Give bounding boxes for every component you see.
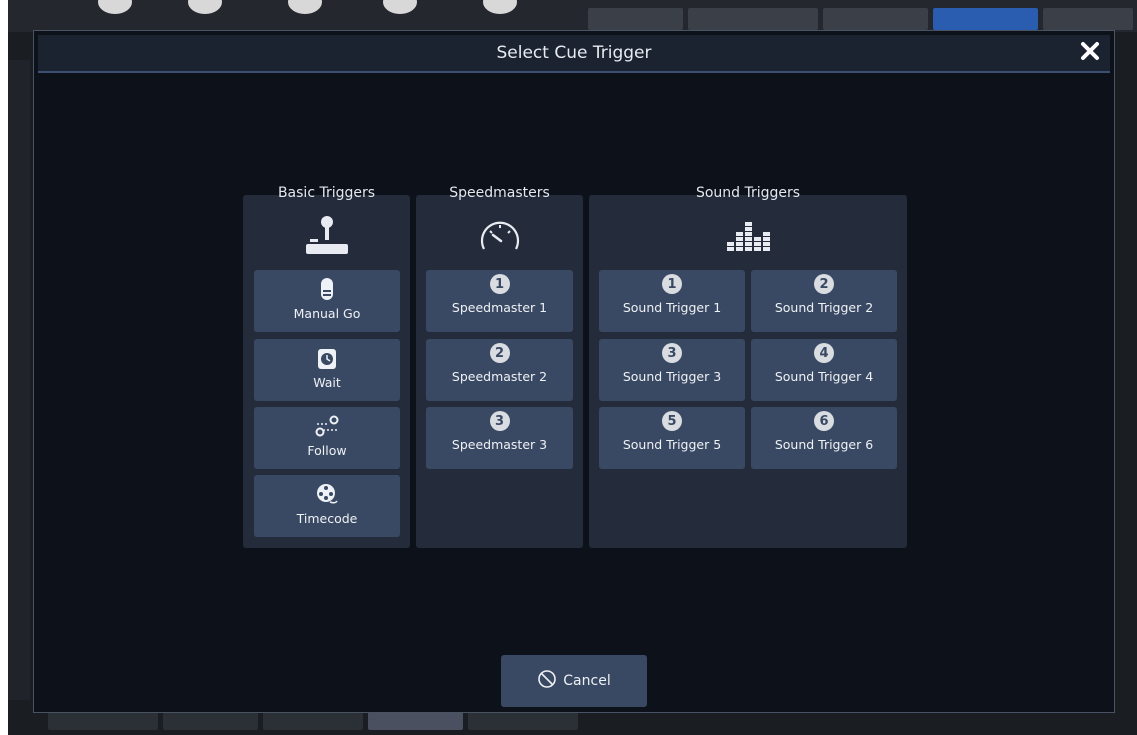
background-knob [383,0,417,14]
background-button [588,8,683,30]
background-tab [263,712,363,730]
joystick-icon [243,215,410,255]
background-knob [483,0,517,14]
sound-trigger-1-label: Sound Trigger 1 [622,300,722,315]
speedmasters-title: Speedmasters [449,185,550,201]
number-badge: 2 [489,343,510,363]
close-icon [1080,41,1100,65]
background-knob [288,0,322,14]
clock-icon [316,345,338,373]
background-sidebar [8,60,30,700]
sound-trigger-2-label: Sound Trigger 2 [774,300,874,315]
sound-trigger-3-label: Sound Trigger 3 [622,369,722,384]
number-badge: 3 [489,411,510,431]
manual-go-button[interactable]: Manual Go [254,270,400,332]
follow-route-icon [312,413,342,441]
sound-triggers-group: Sound Triggers 1 Sound Trigger 1 2 Sound… [589,185,907,548]
cancel-icon [537,669,557,693]
background-tab [163,712,258,730]
background-tab [48,712,158,730]
number-badge: 4 [814,343,834,363]
basic-triggers-title: Basic Triggers [277,185,376,201]
background-knob [188,0,222,14]
background-button [688,8,818,30]
background-knob [98,0,132,14]
manual-go-label: Manual Go [293,306,361,321]
background-button [823,8,928,30]
speedmaster-3-button[interactable]: 3 Speedmaster 3 [426,407,573,469]
close-button[interactable] [1074,37,1106,69]
speedmaster-3-label: Speedmaster 3 [451,437,548,452]
number-badge: 1 [662,274,682,294]
number-badge: 1 [489,274,510,294]
cancel-button[interactable]: Cancel [501,655,647,707]
number-badge: 2 [814,274,834,294]
timecode-label: Timecode [296,511,358,526]
sound-trigger-3-button[interactable]: 3 Sound Trigger 3 [599,339,745,401]
wait-button[interactable]: Wait [254,339,400,401]
wait-label: Wait [313,375,341,390]
reel-icon [315,481,339,509]
speedometer-icon [416,215,583,255]
background-button [933,8,1038,30]
speedmaster-2-label: Speedmaster 2 [451,369,548,384]
timecode-button[interactable]: Timecode [254,475,400,537]
speedmaster-1-label: Speedmaster 1 [451,300,548,315]
sound-trigger-6-label: Sound Trigger 6 [774,437,874,452]
sound-trigger-6-button[interactable]: 6 Sound Trigger 6 [751,407,897,469]
speedmaster-1-button[interactable]: 1 Speedmaster 1 [426,270,573,332]
background-button [1043,8,1133,30]
sound-trigger-4-label: Sound Trigger 4 [774,369,874,384]
sound-trigger-1-button[interactable]: 1 Sound Trigger 1 [599,270,745,332]
sound-trigger-2-button[interactable]: 2 Sound Trigger 2 [751,270,897,332]
follow-button[interactable]: Follow [254,407,400,469]
equalizer-icon [589,215,907,255]
number-badge: 5 [662,411,682,431]
background-tab [468,712,578,730]
sound-triggers-title: Sound Triggers [695,185,801,201]
sound-trigger-5-label: Sound Trigger 5 [622,437,722,452]
finger-press-icon [318,276,336,304]
dialog-title: Select Cue Trigger [496,43,652,63]
follow-label: Follow [307,443,347,458]
number-badge: 3 [662,343,682,363]
dialog-header: Select Cue Trigger [38,35,1110,73]
speedmasters-group: Speedmasters 1 Speedmaster 1 2 Speedmast… [416,185,583,548]
cancel-label: Cancel [563,673,611,689]
speedmaster-2-button[interactable]: 2 Speedmaster 2 [426,339,573,401]
sound-trigger-5-button[interactable]: 5 Sound Trigger 5 [599,407,745,469]
number-badge: 6 [814,411,834,431]
basic-triggers-group: Basic Triggers Manual Go Wait Follow Tim… [243,185,410,548]
background-tab [368,712,463,730]
background-toolbar [8,0,1137,32]
sound-trigger-4-button[interactable]: 4 Sound Trigger 4 [751,339,897,401]
cue-trigger-dialog: Select Cue Trigger Basic Triggers Manual… [33,30,1115,713]
